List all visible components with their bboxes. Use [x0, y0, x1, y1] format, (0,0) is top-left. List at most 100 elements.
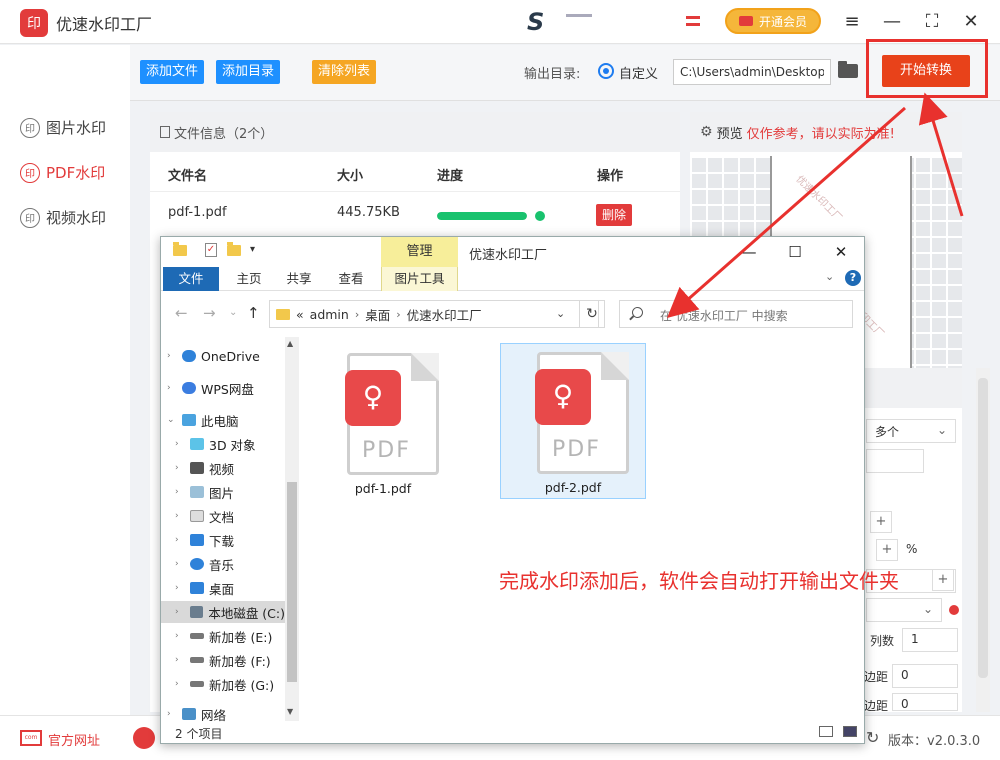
- expand-ribbon-icon[interactable]: ⌄: [825, 270, 834, 283]
- plus-icon[interactable]: +: [932, 569, 954, 591]
- tree-item-drive-e[interactable]: › 新加卷 (E:): [175, 625, 272, 647]
- chevron-right-icon[interactable]: ›: [175, 487, 185, 497]
- sidebar-item-image-watermark[interactable]: 印 图片水印: [20, 117, 106, 138]
- start-convert-button[interactable]: 开始转换: [882, 55, 970, 87]
- address-dropdown-icon[interactable]: ⌄: [556, 307, 565, 320]
- tree-item-drive-f[interactable]: › 新加卷 (F:): [175, 649, 271, 671]
- chevron-right-icon[interactable]: ›: [175, 511, 185, 521]
- tree-item-drive-c[interactable]: › 本地磁盘 (C:): [161, 601, 285, 623]
- close-icon[interactable]: ✕: [829, 241, 853, 263]
- plus-icon[interactable]: +: [870, 511, 892, 533]
- browse-folder-icon[interactable]: [838, 61, 858, 78]
- margin-input[interactable]: 0: [892, 693, 958, 711]
- tab-picture-tools[interactable]: 图片工具: [381, 267, 458, 291]
- qq-icon[interactable]: [133, 727, 155, 749]
- sidebar-item-video-watermark[interactable]: 印 视频水印: [20, 207, 106, 228]
- tab-file[interactable]: 文件: [163, 267, 219, 291]
- tree-item-this-pc[interactable]: ⌄ 此电脑: [167, 409, 239, 431]
- error-icon: [949, 605, 959, 615]
- scroll-up-icon[interactable]: ▲: [287, 339, 293, 348]
- cols-input[interactable]: 1: [902, 628, 958, 652]
- tree-item-drive-g[interactable]: › 新加卷 (G:): [175, 673, 274, 695]
- chevron-right-icon[interactable]: ›: [175, 607, 185, 617]
- margin-input[interactable]: 0: [892, 664, 958, 688]
- clear-list-button[interactable]: 清除列表: [312, 60, 377, 84]
- chevron-right-icon[interactable]: ›: [167, 383, 177, 393]
- vip-button[interactable]: 开通会员: [725, 8, 821, 34]
- tab-view[interactable]: 查看: [329, 267, 373, 291]
- chevron-right-icon[interactable]: ›: [175, 535, 185, 545]
- sidebar-item-pdf-watermark[interactable]: 印 PDF水印: [20, 162, 105, 183]
- tree-item-wps[interactable]: › WPS网盘: [167, 377, 254, 399]
- output-path-input[interactable]: [673, 59, 831, 85]
- fullscreen-icon[interactable]: ⛶: [920, 10, 944, 34]
- refresh-icon[interactable]: ↻: [866, 728, 879, 747]
- search-input[interactable]: 在 优速水印工厂 中搜索: [619, 300, 853, 328]
- custom-radio[interactable]: [598, 63, 614, 79]
- chevron-right-icon[interactable]: ›: [175, 439, 185, 449]
- table-row[interactable]: pdf-1.pdf 445.75KB 删除: [150, 192, 680, 236]
- tree-item-pictures[interactable]: › 图片: [175, 481, 234, 503]
- minimize-icon[interactable]: —: [737, 241, 761, 263]
- back-arrow-icon[interactable]: ←: [175, 304, 188, 322]
- settings-input[interactable]: [866, 449, 924, 473]
- scrollbar-thumb[interactable]: [978, 378, 988, 678]
- details-view-icon[interactable]: [819, 726, 833, 737]
- tab-home[interactable]: 主页: [227, 267, 271, 291]
- search-placeholder: 在 优速水印工厂 中搜索: [660, 309, 788, 323]
- chevron-right-icon[interactable]: ›: [167, 351, 177, 361]
- manage-context-tab[interactable]: 管理: [381, 237, 458, 267]
- mode-select[interactable]: 多个 ⌄: [866, 419, 956, 443]
- success-icon: [535, 211, 545, 221]
- scroll-down-icon[interactable]: ▼: [287, 707, 293, 716]
- large-icons-view-icon[interactable]: [843, 726, 857, 737]
- file-item-pdf-2[interactable]: ♀ PDF pdf-2.pdf: [500, 343, 646, 499]
- chevron-right-icon[interactable]: ›: [175, 583, 185, 593]
- tree-item-downloads[interactable]: › 下载: [175, 529, 234, 551]
- help-icon[interactable]: ?: [845, 270, 861, 286]
- file-item-pdf-1[interactable]: ♀ PDF pdf-1.pdf: [311, 345, 457, 501]
- tree-item-videos[interactable]: › 视频: [175, 457, 234, 479]
- minimize-icon[interactable]: —: [880, 10, 904, 34]
- explorer-title-bar: ✓ ▾ 管理 优速水印工厂 — ☐ ✕: [161, 237, 864, 267]
- quick-access-dropdown-icon[interactable]: ▾: [250, 244, 255, 255]
- new-folder-icon[interactable]: [227, 242, 241, 256]
- close-icon[interactable]: ✕: [959, 10, 983, 34]
- refresh-button[interactable]: ↻: [579, 300, 605, 328]
- menu-lines-icon[interactable]: [686, 12, 700, 32]
- chevron-right-icon[interactable]: ›: [167, 709, 177, 719]
- tree-item-3d[interactable]: › 3D 对象: [175, 433, 256, 455]
- tab-share[interactable]: 共享: [277, 267, 321, 291]
- scrollbar-thumb[interactable]: [287, 482, 297, 682]
- chevron-right-icon[interactable]: ›: [175, 559, 185, 569]
- tree-item-desktop[interactable]: › 桌面: [175, 577, 234, 599]
- chevron-down-icon[interactable]: ⌄: [167, 415, 177, 425]
- properties-icon[interactable]: ✓: [205, 243, 217, 257]
- tree-item-music[interactable]: › 音乐: [175, 553, 234, 575]
- maximize-icon[interactable]: ☐: [783, 241, 807, 263]
- breadcrumb-admin[interactable]: admin: [310, 307, 349, 322]
- address-bar[interactable]: « admin › 桌面 › 优速水印工厂: [269, 300, 599, 328]
- forward-arrow-icon[interactable]: →: [203, 304, 216, 322]
- chevron-right-icon[interactable]: ›: [175, 463, 185, 473]
- add-directory-button[interactable]: 添加目录: [216, 60, 281, 84]
- settings-scrollbar[interactable]: [976, 368, 990, 712]
- breadcrumb-desktop[interactable]: 桌面: [365, 305, 390, 324]
- delete-button[interactable]: 删除: [596, 204, 633, 226]
- chevron-right-icon[interactable]: ›: [175, 655, 185, 665]
- breadcrumb-more[interactable]: «: [296, 307, 304, 322]
- pdf-badge-icon: ♀: [535, 369, 591, 425]
- add-file-button[interactable]: 添加文件: [140, 60, 205, 84]
- official-site-link[interactable]: 官方网址: [48, 730, 100, 749]
- chevron-right-icon[interactable]: ›: [175, 631, 185, 641]
- tree-item-documents[interactable]: › 文档: [175, 505, 234, 527]
- chevron-right-icon[interactable]: ›: [175, 679, 185, 689]
- hamburger-icon[interactable]: ≡: [840, 10, 864, 34]
- recent-dropdown-icon[interactable]: ⌄: [229, 307, 237, 318]
- tree-item-onedrive[interactable]: › OneDrive: [167, 345, 260, 367]
- up-arrow-icon[interactable]: ↑: [247, 304, 260, 322]
- settings-select[interactable]: ⌄: [866, 598, 942, 622]
- navigation-scrollbar[interactable]: ▲ ▼: [285, 337, 299, 721]
- breadcrumb-current[interactable]: 优速水印工厂: [407, 305, 482, 324]
- plus-icon[interactable]: +: [876, 539, 898, 561]
